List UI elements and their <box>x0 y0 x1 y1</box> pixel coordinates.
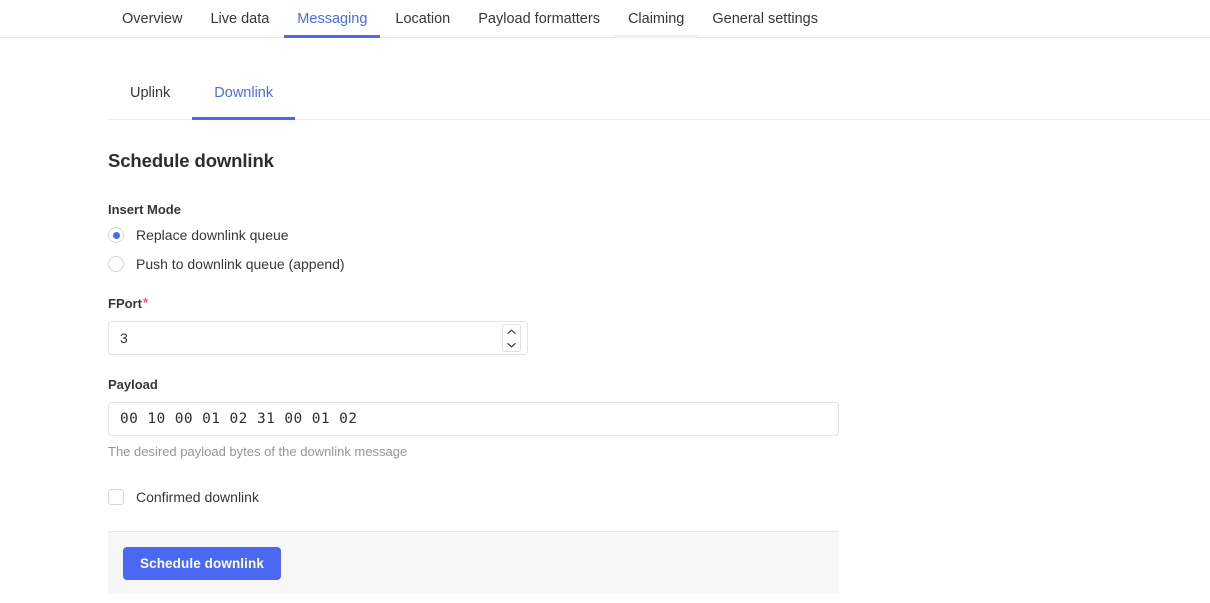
payload-input-wrapper[interactable]: 00 10 00 01 02 31 00 01 02 <box>108 402 839 436</box>
tab-messaging-label: Messaging <box>297 11 367 27</box>
tab-hover-underline <box>615 35 697 38</box>
radio-indicator[interactable] <box>108 256 124 272</box>
radio-replace-downlink-queue-label: Replace downlink queue <box>136 227 289 243</box>
tab-general-settings[interactable]: General settings <box>698 0 832 37</box>
fport-input-wrapper[interactable]: 3 <box>108 321 528 355</box>
insert-mode-group: Insert Mode Replace downlink queue Push … <box>108 202 1210 272</box>
subtab-downlink[interactable]: Downlink <box>192 65 295 120</box>
subtab-uplink-label: Uplink <box>130 85 170 101</box>
tab-claiming[interactable]: Claiming <box>614 0 698 37</box>
schedule-downlink-button[interactable]: Schedule downlink <box>123 547 281 580</box>
tab-underline <box>465 35 613 38</box>
tab-underline <box>699 35 831 38</box>
subtab-underline <box>108 117 192 120</box>
tab-overview-label: Overview <box>122 11 182 27</box>
radio-replace-downlink-queue[interactable]: Replace downlink queue <box>108 227 1210 243</box>
fport-label-text: FPort <box>108 296 142 311</box>
required-asterisk: * <box>143 295 148 310</box>
fport-input[interactable]: 3 <box>109 330 128 346</box>
chevron-up-icon[interactable] <box>503 325 520 338</box>
payload-help-text: The desired payload bytes of the downlin… <box>108 444 1210 459</box>
tab-live-data[interactable]: Live data <box>196 0 283 37</box>
radio-push-to-downlink-queue[interactable]: Push to downlink queue (append) <box>108 256 1210 272</box>
page-content: Uplink Downlink Schedule downlink Insert… <box>0 65 1210 594</box>
chevron-down-icon[interactable] <box>503 338 520 351</box>
fport-stepper[interactable] <box>502 324 521 352</box>
radio-push-to-downlink-queue-label: Push to downlink queue (append) <box>136 256 345 272</box>
tab-payload-formatters[interactable]: Payload formatters <box>464 0 614 37</box>
tab-underline <box>197 35 282 38</box>
tab-underline <box>109 35 195 38</box>
tab-claiming-label: Claiming <box>628 11 684 27</box>
tab-messaging[interactable]: Messaging <box>283 0 381 37</box>
payload-group: Payload 00 10 00 01 02 31 00 01 02 The d… <box>108 377 1210 459</box>
tab-general-settings-label: General settings <box>712 11 818 27</box>
tab-location[interactable]: Location <box>381 0 464 37</box>
schedule-downlink-form: Schedule downlink Insert Mode Replace do… <box>108 120 1210 594</box>
secondary-tab-bar: Uplink Downlink <box>108 65 1210 120</box>
subtab-active-underline <box>192 117 295 120</box>
checkbox-confirmed-downlink[interactable]: Confirmed downlink <box>108 489 1210 505</box>
tab-location-label: Location <box>395 11 450 27</box>
fport-group: FPort* 3 <box>108 296 1210 355</box>
radio-indicator[interactable] <box>108 227 124 243</box>
checkbox-confirmed-downlink-label: Confirmed downlink <box>136 489 259 505</box>
primary-tab-bar: Overview Live data Messaging Location Pa… <box>0 0 1210 38</box>
fport-label: FPort* <box>108 296 1210 311</box>
tab-underline <box>382 35 463 38</box>
tab-payload-formatters-label: Payload formatters <box>478 11 600 27</box>
payload-label: Payload <box>108 377 1210 392</box>
tab-live-data-label: Live data <box>210 11 269 27</box>
page-title: Schedule downlink <box>108 150 1210 172</box>
subtab-downlink-label: Downlink <box>214 85 273 101</box>
payload-input[interactable]: 00 10 00 01 02 31 00 01 02 <box>109 411 357 427</box>
subtab-uplink[interactable]: Uplink <box>108 65 192 120</box>
insert-mode-label: Insert Mode <box>108 202 1210 217</box>
form-footer: Schedule downlink <box>108 531 839 594</box>
tab-overview[interactable]: Overview <box>108 0 196 37</box>
tab-active-underline <box>284 35 380 38</box>
checkbox-indicator[interactable] <box>108 489 124 505</box>
